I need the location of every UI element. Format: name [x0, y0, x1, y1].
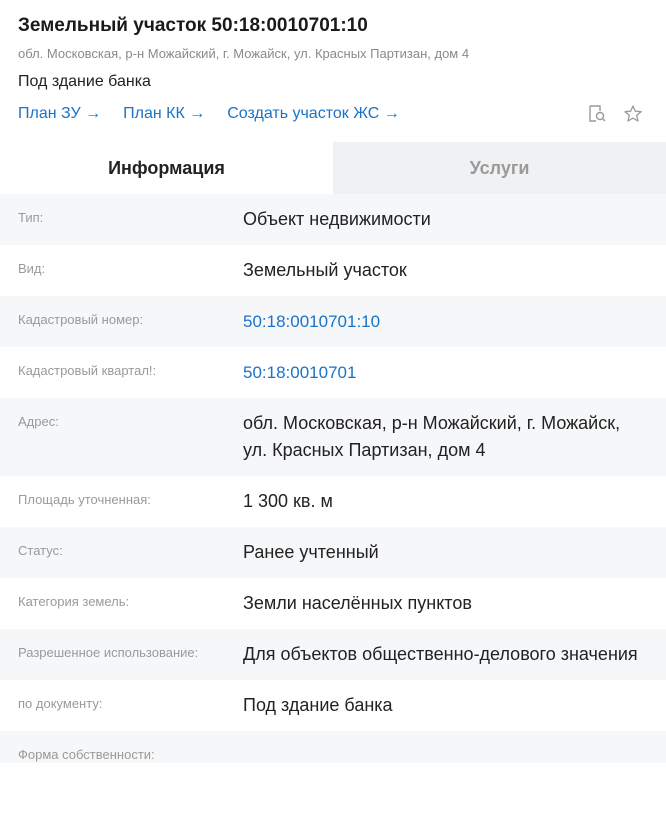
- row-label: Тип:: [18, 210, 44, 225]
- info-row-area: Площадь уточненная: 1 300 кв. м: [0, 476, 666, 527]
- row-label: по документу:: [18, 696, 103, 711]
- row-value: Под здание банка: [243, 695, 393, 715]
- info-row-kind: Вид: Земельный участок: [0, 245, 666, 296]
- cadastral-quarter-link[interactable]: 50:18:0010701: [243, 347, 648, 398]
- info-row-type: Тип: Объект недвижимости: [0, 194, 666, 245]
- plan-kk-link[interactable]: План КК →: [123, 105, 205, 123]
- info-table: Тип: Объект недвижимости Вид: Земельный …: [0, 194, 666, 763]
- plan-zu-link[interactable]: План ЗУ →: [18, 105, 101, 123]
- info-row-by-document: по документу: Под здание банка: [0, 680, 666, 731]
- tab-information[interactable]: Информация: [0, 142, 333, 194]
- row-label: Категория земель:: [18, 594, 130, 609]
- info-row-cadastral-number: Кадастровый номер: 50:18:0010701:10: [0, 296, 666, 347]
- row-value: обл. Московская, р-н Можайский, г. Можай…: [243, 413, 621, 460]
- row-label: Кадастровый номер:: [18, 312, 144, 327]
- info-row-status: Статус: Ранее учтенный: [0, 527, 666, 578]
- row-value: [243, 731, 648, 763]
- info-row-address: Адрес: обл. Московская, р-н Можайский, г…: [0, 398, 666, 476]
- row-label: Статус:: [18, 543, 63, 558]
- row-label: Разрешенное использование:: [18, 645, 199, 660]
- header-icons: [586, 103, 648, 125]
- row-label: Кадастровый квартал!:: [18, 363, 157, 378]
- star-icon[interactable]: [622, 103, 644, 125]
- row-value: 1 300 кв. м: [243, 491, 333, 511]
- row-value: Земли населённых пунктов: [243, 593, 472, 613]
- page-title: Земельный участок 50:18:0010701:10: [18, 15, 368, 36]
- tabs: Информация Услуги: [0, 142, 666, 194]
- object-purpose: Под здание банка: [18, 73, 151, 90]
- cadastral-number-link[interactable]: 50:18:0010701:10: [243, 296, 648, 347]
- tab-services[interactable]: Услуги: [333, 142, 666, 194]
- object-header: Земельный участок 50:18:0010701:10 обл. …: [0, 0, 666, 126]
- row-value: Объект недвижимости: [243, 209, 431, 229]
- row-value: Для объектов общественно-делового значен…: [243, 644, 638, 664]
- row-label: Адрес:: [18, 414, 59, 429]
- info-row-cadastral-quarter: Кадастровый квартал!: 50:18:0010701: [0, 347, 666, 398]
- row-label: Форма собственности:: [18, 747, 155, 762]
- row-label: Площадь уточненная:: [18, 492, 151, 507]
- row-label: Вид:: [18, 261, 46, 276]
- info-row-land-category: Категория земель: Земли населённых пункт…: [0, 578, 666, 629]
- object-address: обл. Московская, р-н Можайский, г. Можай…: [18, 46, 470, 61]
- row-value: Земельный участок: [243, 260, 407, 280]
- info-row-ownership: Форма собственности:: [0, 731, 666, 763]
- info-row-permitted-use: Разрешенное использование: Для объектов …: [0, 629, 666, 680]
- search-document-icon[interactable]: [586, 103, 608, 125]
- action-links: План ЗУ → План КК → Создать участок ЖС →: [18, 102, 648, 126]
- row-value: Ранее учтенный: [243, 542, 379, 562]
- create-plot-link[interactable]: Создать участок ЖС →: [227, 105, 400, 123]
